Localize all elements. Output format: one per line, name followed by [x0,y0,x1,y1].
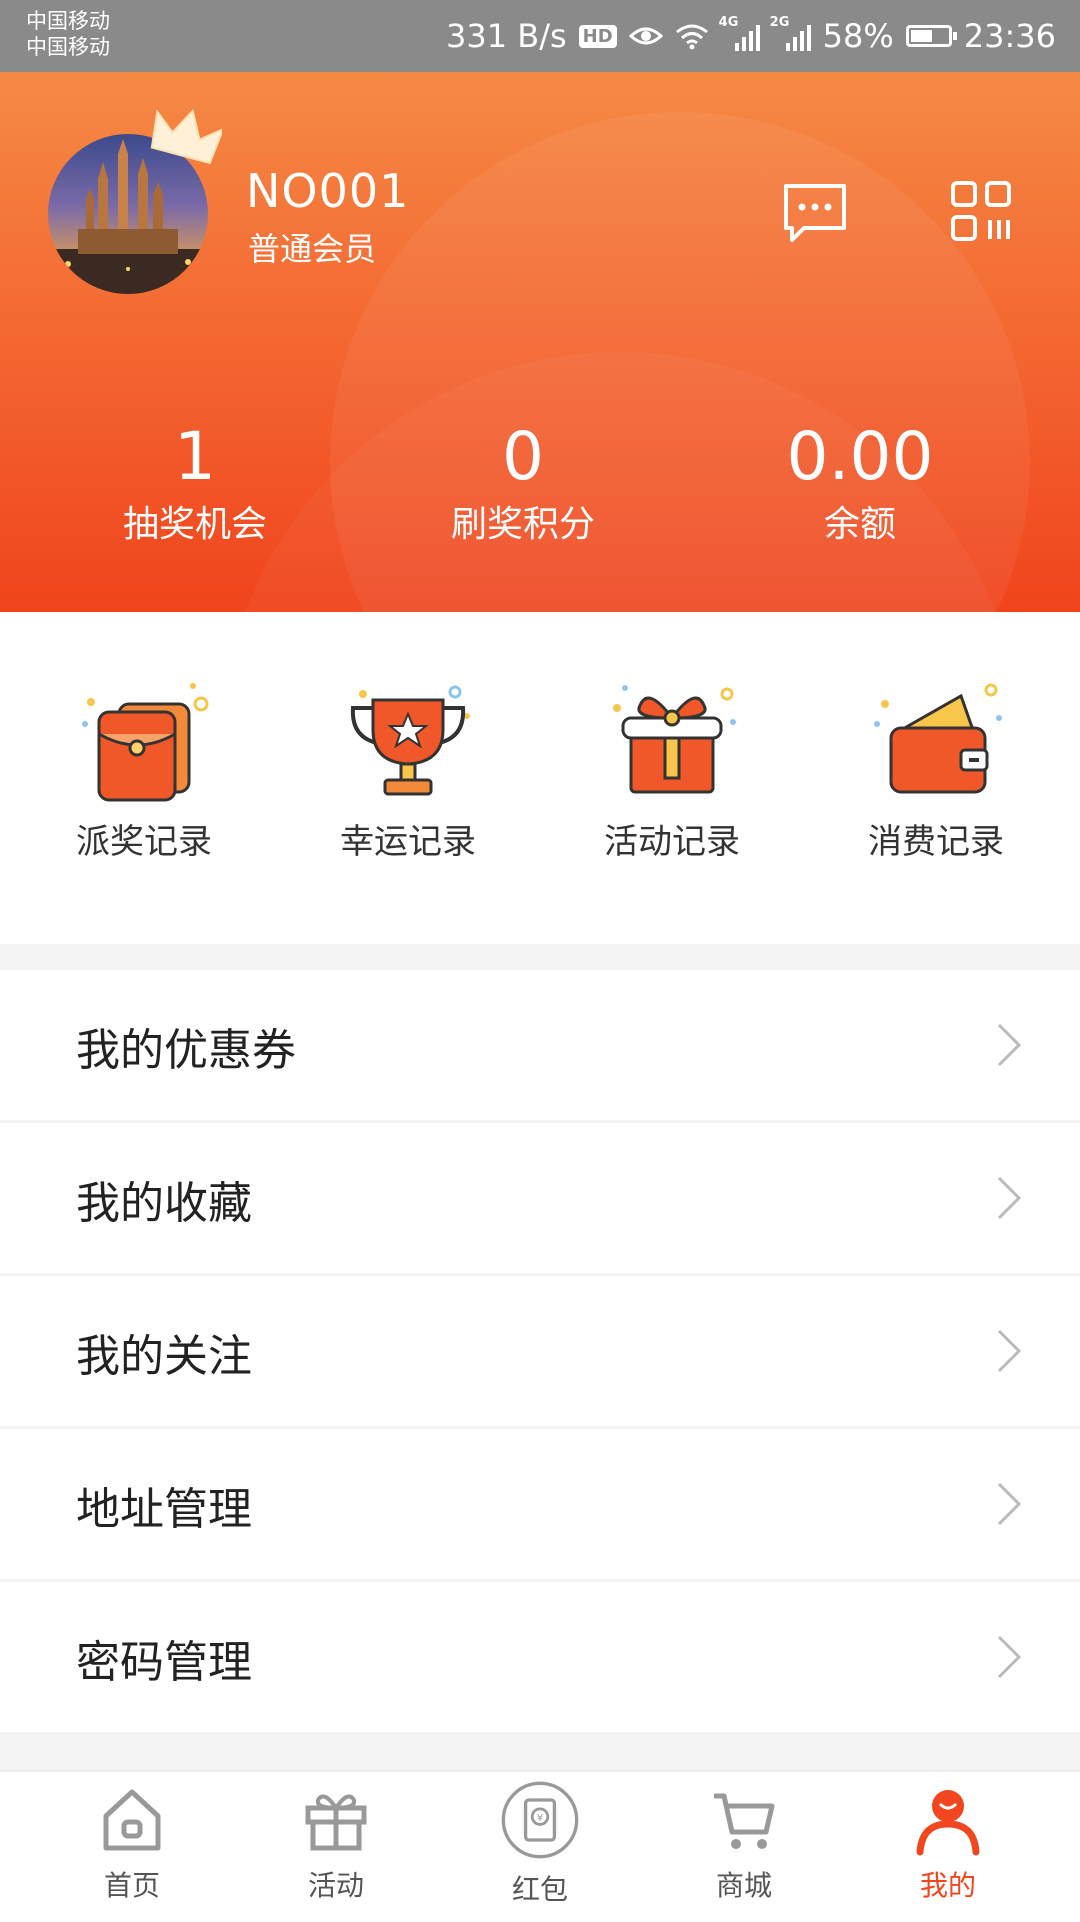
menu-item-label: 地址管理 [76,1484,252,1535]
battery-percent: 58% [822,17,894,55]
tab-red-packet[interactable]: ¥ 红包 [440,1781,640,1908]
stat-lottery-chances[interactable]: 1 抽奖机会 [45,420,345,548]
chevron-right-icon [997,1023,1022,1067]
record-prize[interactable]: 派奖记录 [34,674,254,863]
qr-code-button[interactable] [950,180,1012,246]
menu-item-password[interactable]: 密码管理 [0,1582,1080,1732]
hd-icon: HD [578,24,617,48]
stat-value: 0.00 [786,418,934,495]
menu-item-label: 我的收藏 [76,1178,252,1229]
trophy-icon [350,685,470,796]
chevron-right-icon [997,1482,1022,1526]
svg-text:¥: ¥ [537,1813,543,1824]
stat-value: 0 [502,418,544,495]
profile-header: NO001 普通会员 1 抽奖机会 0 刷奖积分 0.00 余额 [0,72,1080,612]
status-bar: 中国移动 中国移动 331 B/s HD 4G 2G 58% 23:36 [0,0,1080,72]
user-icon [916,1790,980,1856]
carrier-1: 中国移动 [26,9,110,33]
chevron-right-icon [997,1329,1022,1373]
menu-item-label: 我的优惠券 [76,1025,296,1076]
bottom-tab-bar: 首页 活动 ¥ 红包 商城 我的 [0,1770,1080,1922]
record-label: 消费记录 [868,822,1004,862]
record-activity[interactable]: 活动记录 [562,674,782,863]
menu-item-favorites[interactable]: 我的收藏 [0,1123,1080,1273]
stat-label: 刷奖积分 [450,504,595,545]
red-envelope-icon [82,683,209,802]
chevron-right-icon [997,1176,1022,1220]
carrier-2: 中国移动 [26,35,110,59]
tab-mall[interactable]: 商城 [644,1784,844,1904]
tab-mine[interactable]: 我的 [848,1784,1048,1904]
signal-4g-icon: 4G [719,15,760,51]
wifi-icon [675,24,708,50]
menu-item-coupons[interactable]: 我的优惠券 [0,970,1080,1120]
tab-label: 活动 [307,1869,364,1902]
record-lucky[interactable]: 幸运记录 [298,674,518,863]
record-spending[interactable]: 消费记录 [826,674,1046,863]
message-button[interactable] [782,182,848,248]
menu-item-following[interactable]: 我的关注 [0,1276,1080,1426]
status-indicators: 331 B/s HD 4G 2G 58% 23:36 [446,0,1056,72]
record-label: 幸运记录 [340,822,476,862]
gift-box-icon [613,685,736,794]
tab-label: 商城 [715,1869,772,1902]
menu-item-label: 我的关注 [76,1331,252,1382]
network-speed: 331 B/s [445,17,567,55]
tab-label: 红包 [511,1873,568,1906]
home-icon [103,1789,161,1851]
record-label: 活动记录 [604,822,740,862]
clock: 23:36 [963,17,1056,55]
wallet-icon [874,683,1002,794]
stat-points[interactable]: 0 刷奖积分 [373,420,673,548]
records-panel: 派奖记录 幸运记录 活动记录 消费记录 [0,612,1080,944]
signal-2g-icon: 2G [770,15,811,51]
red-packet-icon: ¥ [501,1781,579,1859]
menu-item-address[interactable]: 地址管理 [0,1429,1080,1579]
battery-icon [905,25,957,47]
menu-item-label: 密码管理 [76,1637,252,1688]
stat-label: 抽奖机会 [122,504,267,545]
tab-activity[interactable]: 活动 [236,1784,436,1904]
message-icon [784,184,846,242]
tab-label: 首页 [103,1869,160,1902]
network-type-1: 4G [718,15,739,30]
member-level: 普通会员 [248,230,377,268]
menu-list: 我的优惠券 我的收藏 我的关注 地址管理 密码管理 [0,970,1080,1735]
crown-icon [150,108,222,165]
eye-icon [628,27,663,45]
record-label: 派奖记录 [76,822,212,862]
username: NO001 [246,164,410,218]
tab-label: 我的 [919,1869,976,1902]
stat-balance[interactable]: 0.00 余额 [710,420,1010,548]
carrier-info: 中国移动 中国移动 [26,8,110,60]
tab-home[interactable]: 首页 [32,1784,232,1904]
network-type-2: 2G [769,15,790,30]
stat-value: 1 [174,418,216,495]
chevron-right-icon [997,1635,1022,1679]
stat-label: 余额 [823,504,896,545]
qr-code-icon [951,181,1011,241]
cart-icon [714,1793,775,1849]
gift-icon [305,1794,367,1851]
